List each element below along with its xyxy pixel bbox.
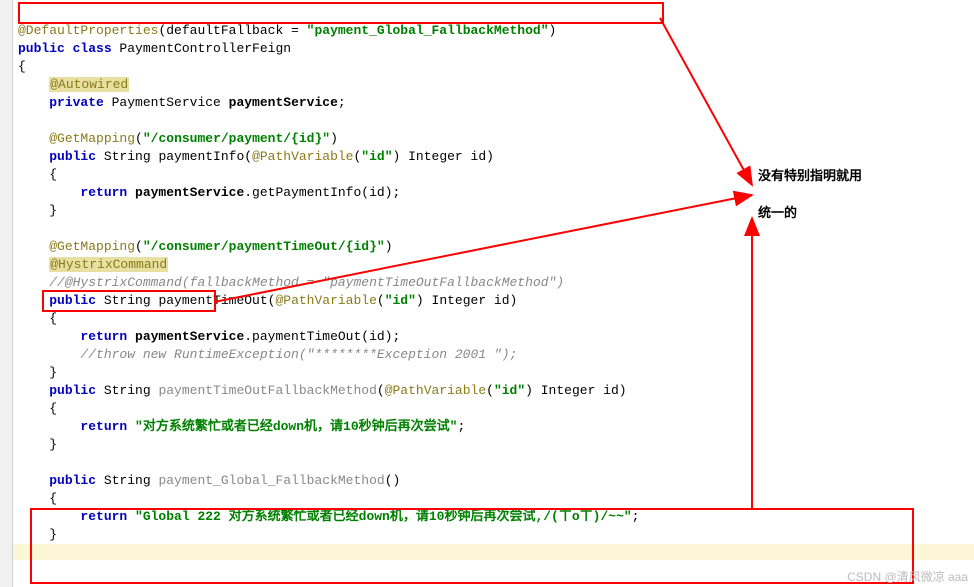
- comment-throw: //throw new RuntimeException("********Ex…: [80, 347, 517, 362]
- annotation-autowired: @Autowired: [49, 77, 129, 92]
- watermark: CSDN @清风微凉 aaa: [847, 568, 968, 585]
- annotation-text-2: 统一的: [758, 202, 797, 221]
- comment-hystrix-fallback: //@HystrixCommand(fallbackMethod = "paym…: [49, 275, 564, 290]
- annotation-hystrix: @HystrixCommand: [49, 257, 168, 272]
- annotation-default-props: @DefaultProperties: [18, 23, 158, 38]
- annotation-getmapping-2: @GetMapping: [49, 239, 135, 254]
- annotation-text-1: 没有特别指明就用: [758, 165, 862, 184]
- current-line-highlight: [13, 544, 974, 560]
- code-block: @DefaultProperties(defaultFallback = "pa…: [18, 4, 639, 544]
- annotation-getmapping-1: @GetMapping: [49, 131, 135, 146]
- editor-gutter: [0, 0, 13, 587]
